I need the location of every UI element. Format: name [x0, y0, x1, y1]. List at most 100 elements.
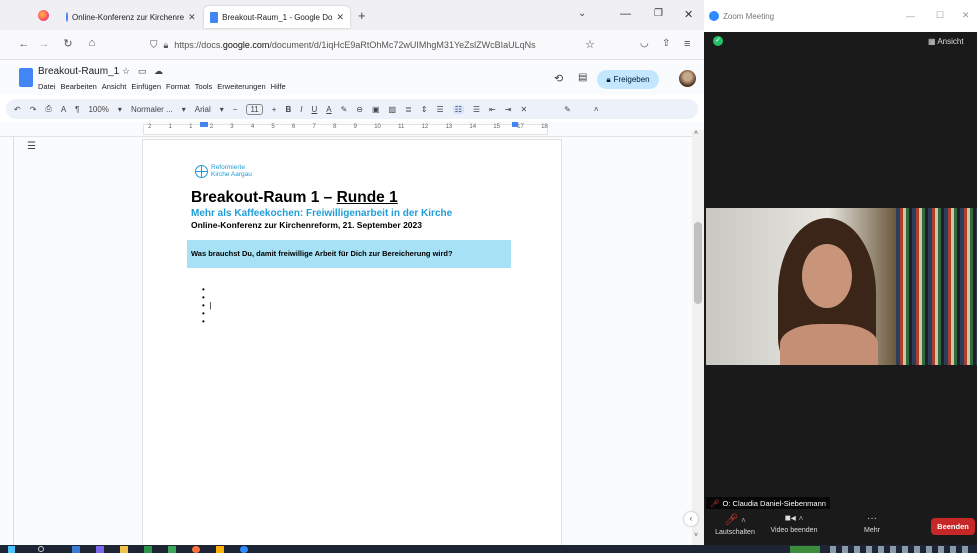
- menu-tools[interactable]: Tools: [195, 82, 213, 91]
- doc-title[interactable]: Breakout-Raum_1: [38, 66, 119, 77]
- new-tab-button[interactable]: +: [358, 8, 366, 23]
- menu-einfuegen[interactable]: Einfügen: [131, 82, 161, 91]
- line-spacing-icon[interactable]: ⇕: [421, 105, 428, 114]
- cloud-icon[interactable]: ☁: [154, 66, 163, 77]
- redo-icon[interactable]: ↷: [30, 105, 37, 114]
- url-bar[interactable]: ⛉ 🔒︎ https://docs. google.com/document/d/…: [150, 34, 580, 56]
- close-tab-icon[interactable]: ✕: [184, 12, 196, 23]
- participant-video[interactable]: [706, 208, 977, 365]
- docs-logo-icon[interactable]: [19, 68, 33, 87]
- minimize-icon[interactable]: —: [906, 11, 915, 21]
- reload-icon[interactable]: ↻: [58, 37, 78, 50]
- highlight-icon[interactable]: ✎: [341, 105, 348, 114]
- align-icon[interactable]: ≣: [405, 105, 412, 114]
- tab-breakout[interactable]: Breakout-Raum_1 - Google Do ✕: [204, 6, 350, 28]
- history-icon[interactable]: ⟲: [554, 72, 563, 85]
- indent-decrease-icon[interactable]: ⇤: [489, 105, 496, 114]
- taskbar-app-icon[interactable]: [72, 546, 80, 553]
- font-size-input[interactable]: 11: [246, 103, 263, 115]
- scroll-down-icon[interactable]: ˅: [694, 532, 698, 539]
- tab-list-icon[interactable]: ⌄: [578, 8, 586, 19]
- taskbar-app-icon[interactable]: [216, 546, 224, 553]
- link-icon[interactable]: ⊖: [356, 105, 363, 114]
- comments-icon[interactable]: ▤: [578, 72, 587, 83]
- menu-ansicht[interactable]: Ansicht: [102, 82, 127, 91]
- bookmark-star-icon[interactable]: ☆: [585, 38, 595, 51]
- print-icon[interactable]: ⎙: [45, 104, 51, 114]
- undo-icon[interactable]: ↶: [14, 105, 21, 114]
- numbered-list-icon[interactable]: ☰: [473, 105, 480, 114]
- taskbar-app-icon[interactable]: [96, 546, 104, 553]
- unmute-button[interactable]: 🎤︎ ˄ Lautschalten: [710, 513, 760, 536]
- zoom-select[interactable]: 100%: [88, 105, 108, 114]
- back-icon[interactable]: ←: [14, 38, 34, 50]
- clear-format-icon[interactable]: ✕: [520, 105, 527, 114]
- share-button[interactable]: 🔒︎ Freigeben: [597, 70, 659, 89]
- text-color-icon[interactable]: A: [326, 105, 331, 114]
- vertical-ruler[interactable]: [0, 137, 14, 545]
- menu-datei[interactable]: Datei: [38, 82, 56, 91]
- bold-icon[interactable]: B: [285, 105, 291, 114]
- increase-size-icon[interactable]: +: [272, 105, 277, 114]
- encryption-shield-icon[interactable]: ✓: [713, 36, 723, 46]
- image-icon[interactable]: ▨: [389, 105, 397, 114]
- outline-icon[interactable]: ☰: [27, 141, 36, 152]
- view-button[interactable]: ▦ Ansicht: [928, 37, 964, 46]
- menu-icon[interactable]: ≡: [684, 38, 690, 50]
- tab-konferenz[interactable]: Online-Konferenz zur Kirchenre ✕: [60, 6, 200, 28]
- stop-video-button[interactable]: ■◂ ˄ Video beenden: [764, 513, 824, 534]
- end-meeting-button[interactable]: Beenden: [931, 518, 975, 535]
- comment-icon[interactable]: ▣: [372, 105, 380, 114]
- indent-marker-icon[interactable]: [200, 122, 208, 127]
- italic-icon[interactable]: I: [300, 105, 302, 114]
- paint-format-icon[interactable]: ¶: [75, 105, 79, 114]
- doc-page[interactable]: Reformierte Kirche Aargau Breakout-Raum …: [142, 139, 562, 545]
- menu-format[interactable]: Format: [166, 82, 190, 91]
- spellcheck-icon[interactable]: A: [61, 105, 66, 114]
- firefox-taskbar-icon[interactable]: [192, 546, 200, 553]
- maximize-icon[interactable]: ❐: [654, 8, 663, 19]
- bullet-list-icon[interactable]: ☷: [452, 104, 464, 114]
- firefox-icon[interactable]: [38, 10, 49, 21]
- scroll-thumb[interactable]: [694, 222, 702, 304]
- side-panel-toggle-icon[interactable]: ‹: [684, 512, 698, 526]
- windows-start-icon[interactable]: [8, 546, 15, 553]
- vertical-scrollbar[interactable]: ˄ ˅: [692, 130, 704, 545]
- file-explorer-icon[interactable]: [120, 546, 128, 553]
- scroll-up-icon[interactable]: ˄: [694, 130, 698, 137]
- system-tray[interactable]: [790, 546, 820, 553]
- horizontal-ruler[interactable]: 2 1 1 2 3 4 5 6 7 8 9 10 11 12 13 14 15 17 18: [0, 121, 704, 137]
- star-icon[interactable]: ☆: [122, 66, 130, 77]
- more-button[interactable]: ··· Mehr: [854, 513, 890, 534]
- font-select[interactable]: Arial: [195, 105, 211, 114]
- folder-icon[interactable]: ▭: [138, 66, 147, 77]
- tab-stop-icon[interactable]: [512, 122, 518, 127]
- collapse-icon[interactable]: ˄: [594, 105, 599, 114]
- forward-icon[interactable]: →: [34, 38, 54, 50]
- menu-erweiterungen[interactable]: Erweiterungen: [217, 82, 265, 91]
- minimize-icon[interactable]: —: [620, 8, 631, 20]
- pen-icon[interactable]: ✎: [564, 105, 571, 114]
- indent-increase-icon[interactable]: ⇥: [505, 105, 512, 114]
- bullet-list[interactable]: • • • | • •: [202, 286, 211, 326]
- home-icon[interactable]: ⌂: [82, 37, 102, 49]
- close-tab-icon[interactable]: ✕: [332, 12, 344, 23]
- underline-icon[interactable]: U: [311, 105, 317, 114]
- list-item[interactable]: •: [202, 318, 211, 326]
- style-select[interactable]: Normaler ...: [131, 105, 173, 114]
- search-icon[interactable]: [38, 546, 44, 552]
- taskbar-app-icon[interactable]: [144, 546, 152, 553]
- zoom-taskbar-icon[interactable]: [240, 546, 248, 553]
- decrease-size-icon[interactable]: −: [233, 105, 238, 114]
- pocket-icon[interactable]: ◡: [640, 38, 649, 49]
- menu-hilfe[interactable]: Hilfe: [271, 82, 286, 91]
- extensions-icon[interactable]: ⇧: [662, 38, 670, 49]
- taskbar-app-icon[interactable]: [168, 546, 176, 553]
- close-window-icon[interactable]: ✕: [684, 8, 693, 21]
- menu-bearbeiten[interactable]: Bearbeiten: [61, 82, 97, 91]
- checklist-icon[interactable]: ☰: [437, 105, 444, 114]
- maximize-icon[interactable]: ☐: [936, 10, 944, 21]
- close-window-icon[interactable]: ✕: [962, 10, 970, 21]
- avatar[interactable]: [679, 70, 696, 87]
- system-tray-icons[interactable]: [830, 546, 970, 553]
